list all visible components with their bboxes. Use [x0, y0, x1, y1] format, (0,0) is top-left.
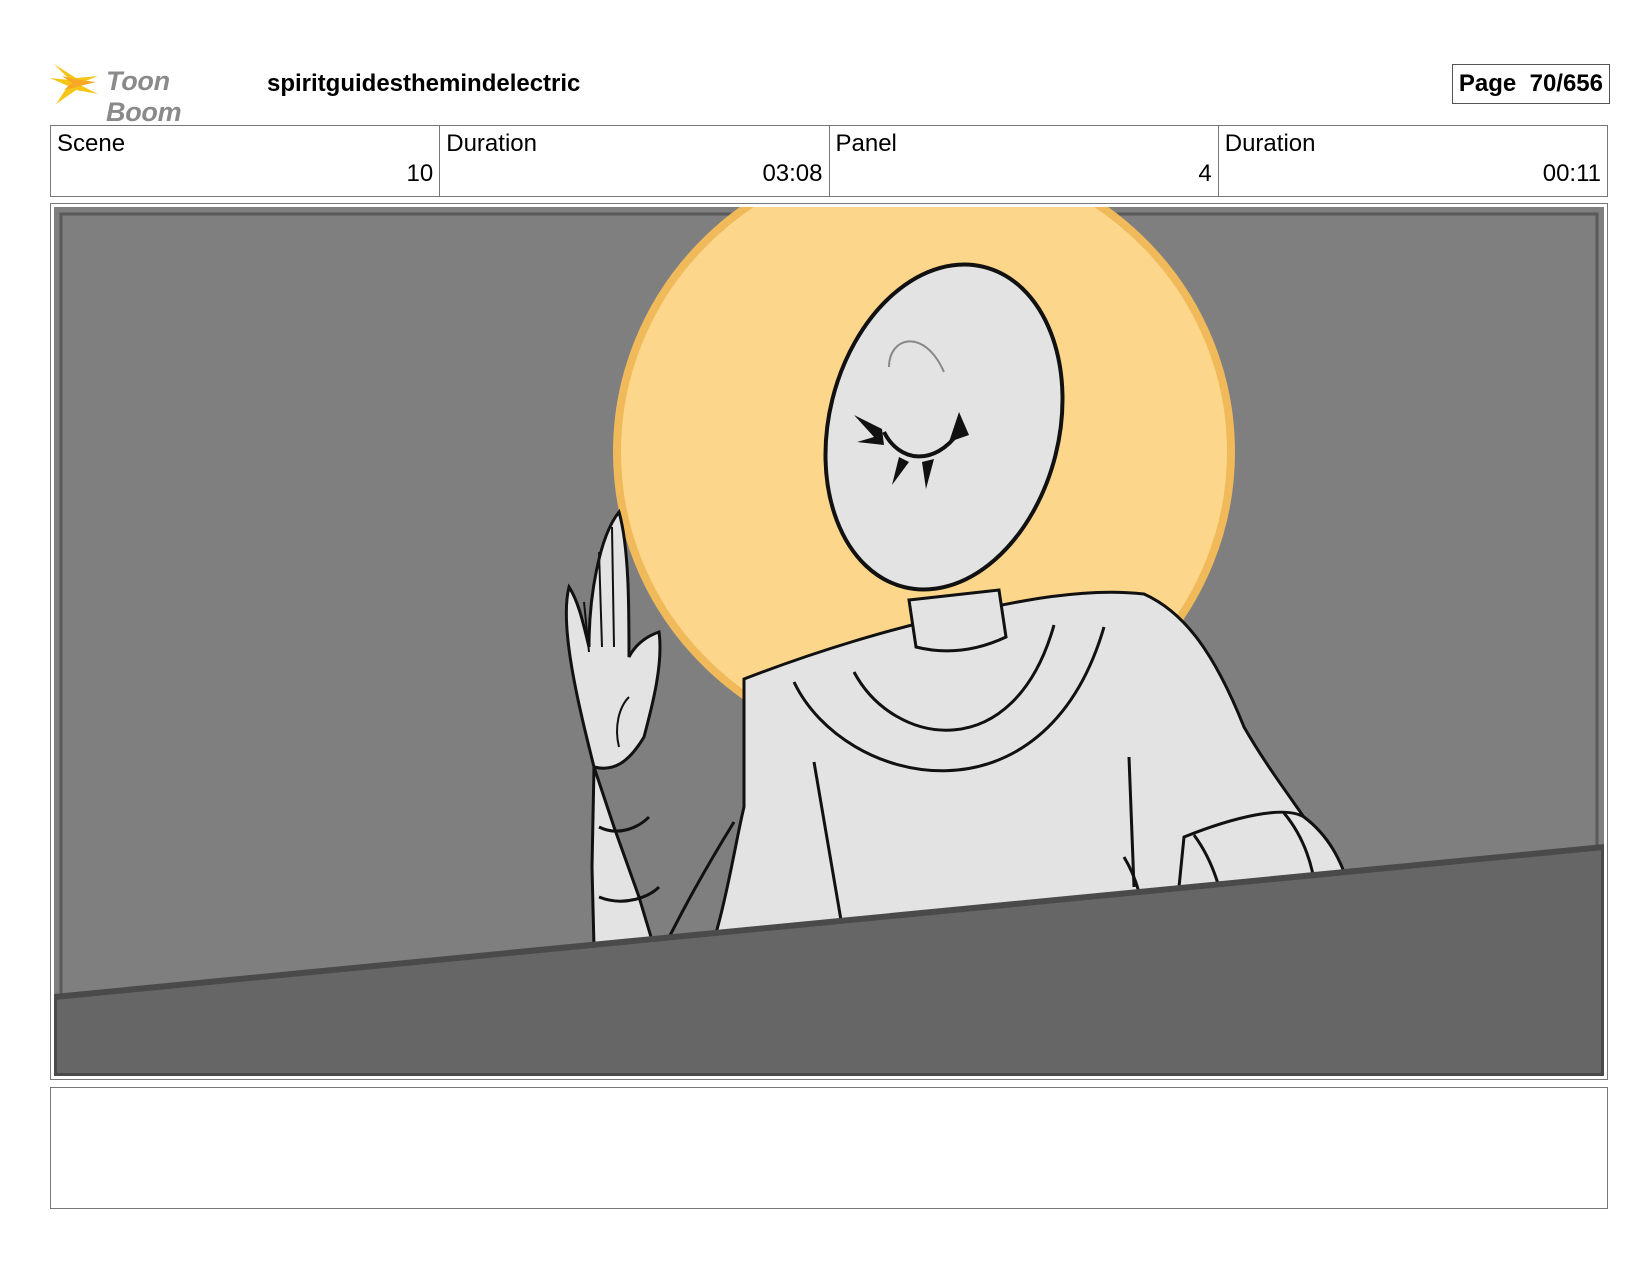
- scene-duration-cell: Duration 03:08: [440, 126, 830, 196]
- scene-info-table: Scene 10 Duration 03:08 Panel 4 Duration…: [50, 125, 1608, 197]
- project-title: spiritguidesthemindelectric: [267, 70, 581, 97]
- panel-duration-label: Duration: [1224, 130, 1316, 157]
- panel-drawing: [54, 207, 1604, 1076]
- page-number: 70/656: [1529, 70, 1603, 97]
- panel-duration-value: 00:11: [1542, 160, 1601, 187]
- page-label: Page: [1458, 70, 1517, 97]
- scene-cell: Scene 10: [51, 126, 441, 196]
- panel-label: Panel: [835, 130, 897, 157]
- storyboard-panel: [50, 203, 1608, 1080]
- toon-boom-logo: Toon Boom: [50, 56, 250, 127]
- scene-duration-label: Duration: [446, 130, 537, 157]
- panel-duration-cell: Duration 00:11: [1219, 126, 1607, 196]
- panel-cell: Panel 4: [830, 126, 1219, 196]
- scene-duration-value: 03:08: [762, 160, 823, 187]
- panel-value: 4: [1198, 160, 1212, 187]
- scene-label: Scene: [57, 130, 126, 157]
- scene-value: 10: [406, 160, 434, 187]
- panel-notes: [50, 1087, 1608, 1209]
- starburst-icon: [50, 64, 98, 104]
- logo-text: Toon Boom: [106, 66, 182, 127]
- page-indicator: Page 70/656: [1451, 64, 1610, 104]
- neck: [907, 588, 1008, 653]
- page-header: Toon Boom spiritguidesthemindelectric Pa…: [50, 56, 1610, 127]
